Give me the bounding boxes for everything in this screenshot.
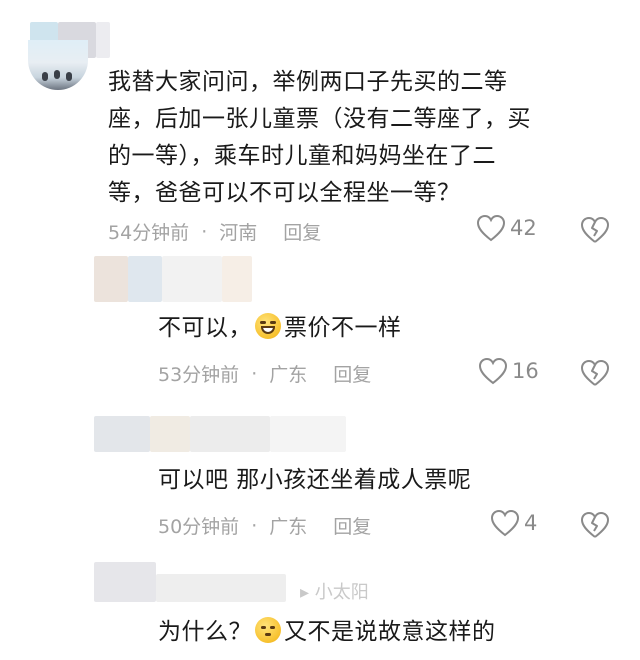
comment-line: 我替大家问问，举例两口子先买的二等 (108, 69, 508, 95)
comment-location: 河南 (219, 222, 258, 244)
comment-time: 50分钟前 (158, 516, 240, 538)
blurred-username (94, 256, 128, 302)
reply-button[interactable]: 回复 (333, 360, 371, 387)
reply-to-username: ▸ 小太阳 (300, 582, 369, 603)
comment-line: 的一等），乘车时儿童和妈妈坐在了二 (108, 143, 496, 169)
comment-text: 我替大家问问，举例两口子先买的二等 座，后加一张儿童票（没有二等座了，买 的一等… (108, 64, 628, 212)
like-button[interactable]: 42 (476, 214, 537, 242)
meta-separator: · (251, 514, 258, 537)
reply-button[interactable]: 回复 (333, 512, 371, 539)
like-button[interactable]: 4 (490, 509, 537, 537)
comment-time: 53分钟前 (158, 364, 240, 386)
thinking-emoji-icon (255, 617, 281, 643)
broken-heart-icon (581, 512, 609, 538)
comment-text-part: 票价不一样 (284, 315, 402, 341)
heart-icon (490, 509, 520, 537)
meta-separator: · (251, 362, 258, 385)
comment-line: 座，后加一张儿童票（没有二等座了，买 (108, 106, 531, 132)
reply-target-name: 小太阳 (314, 582, 369, 603)
heart-icon (476, 214, 506, 242)
laugh-sweat-emoji-icon (255, 313, 281, 339)
meta-separator: · (201, 220, 208, 243)
blurred-username (270, 416, 346, 452)
comment-text: 不可以， 票价不一样 (158, 310, 402, 347)
dislike-button[interactable] (580, 216, 610, 248)
blurred-username (128, 256, 162, 302)
comment-text: 为什么？ 又不是说故意这样的 (158, 614, 496, 651)
comment-text: 可以吧 那小孩还坐着成人票呢 (158, 467, 472, 493)
like-count: 4 (524, 511, 538, 535)
like-count: 42 (510, 216, 537, 240)
comment-meta: 53分钟前 · 广东 回复 (158, 360, 371, 387)
dislike-button[interactable] (580, 511, 610, 543)
avatar[interactable] (28, 40, 88, 90)
heart-icon (478, 357, 508, 385)
blurred-username (222, 256, 252, 302)
reply-button[interactable]: 回复 (283, 218, 321, 245)
broken-heart-icon (581, 360, 609, 386)
like-count: 16 (512, 359, 539, 383)
comment-meta: 54分钟前 · 河南 回复 (108, 218, 321, 245)
blurred-username (150, 416, 190, 452)
blurred-username (94, 416, 150, 452)
like-button[interactable]: 16 (478, 357, 539, 385)
comment-text-part: 为什么？ (158, 619, 252, 645)
comment-location: 广东 (269, 516, 308, 538)
comment-meta: 50分钟前 · 广东 回复 (158, 512, 371, 539)
blurred-username (94, 562, 156, 602)
broken-heart-icon (581, 217, 609, 243)
blurred-username (162, 256, 222, 302)
comment-text-part: 又不是说故意这样的 (284, 619, 496, 645)
blurred-username (156, 574, 286, 602)
comment-text-part: 不可以， (158, 315, 252, 341)
comment-line: 等，爸爸可以不可以全程坐一等？ (108, 180, 461, 206)
blurred-username (190, 416, 270, 452)
blurred-username (96, 22, 110, 58)
comment-location: 广东 (269, 364, 308, 386)
comment-time: 54分钟前 (108, 222, 190, 244)
dislike-button[interactable] (580, 359, 610, 391)
